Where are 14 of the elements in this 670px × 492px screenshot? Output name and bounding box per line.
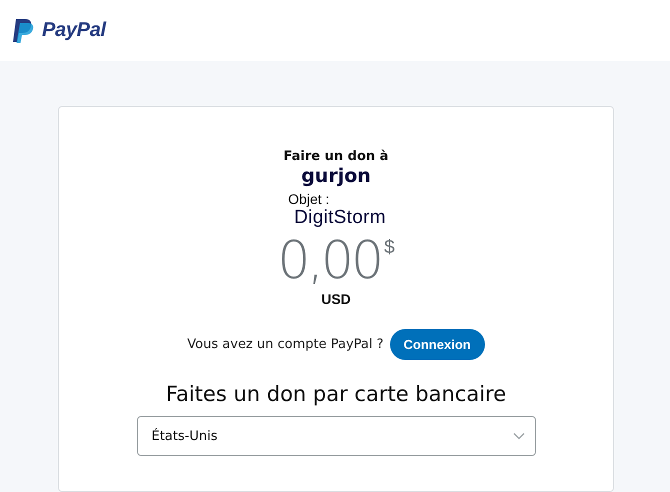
chevron-down-icon <box>512 432 524 440</box>
login-button[interactable]: Connexion <box>390 329 485 360</box>
account-prompt: Vous avez un compte PayPal ? <box>187 337 384 352</box>
recipient-name: gurjon <box>301 165 371 187</box>
currency-symbol: $ <box>384 237 395 259</box>
country-select[interactable]: États-Unis <box>136 416 536 456</box>
currency-code: USD <box>321 291 351 307</box>
amount-value: 0,00 <box>277 233 382 289</box>
card-donation-heading: Faites un don par carte bancaire <box>166 382 506 406</box>
donate-to-label: Faire un don à <box>284 149 388 164</box>
subject-value: DigitStorm <box>293 207 386 229</box>
subject-label: Objet : <box>288 191 330 207</box>
logo-text: PayPal <box>42 19 106 42</box>
logo-icon <box>12 18 34 44</box>
